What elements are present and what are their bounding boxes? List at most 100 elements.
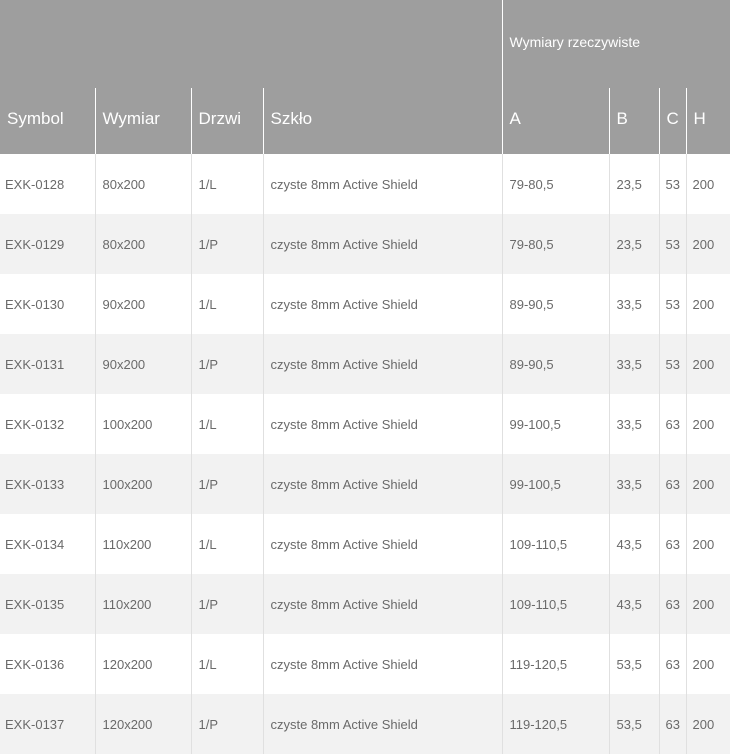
cell-c: 53: [658, 334, 686, 394]
cell-drzwi: 1/L: [190, 634, 263, 694]
cell-drzwi: 1/P: [190, 694, 263, 754]
cell-szklo: czyste 8mm Active Shield: [262, 394, 502, 454]
table-row: EXK-0136 120x200 1/L czyste 8mm Active Shie…: [0, 634, 730, 694]
table-row: EXK-0134 110x200 1/L czyste 8mm Active Shie…: [0, 514, 730, 574]
cell-drzwi: 1/P: [190, 214, 263, 274]
cell-a: 99-100,5: [501, 394, 609, 454]
cell-a: 89-90,5: [501, 274, 609, 334]
table-row: EXK-0129 80x200 1/P czyste 8mm Active Shiel…: [0, 214, 730, 274]
cell-h: 200: [685, 634, 730, 694]
cell-szklo: czyste 8mm Active Shield: [262, 634, 502, 694]
cell-b: 33,5: [608, 334, 659, 394]
cell-a: 99-100,5: [501, 454, 609, 514]
cell-symbol: EXK-0131: [0, 334, 95, 394]
cell-h: 200: [685, 514, 730, 574]
column-header-h: H: [685, 88, 730, 154]
table-row: EXK-0131 90x200 1/P czyste 8mm Active Shiel…: [0, 334, 730, 394]
cell-b: 33,5: [608, 394, 659, 454]
header-spacer: [0, 0, 502, 88]
cell-c: 63: [658, 454, 686, 514]
cell-b: 43,5: [608, 514, 659, 574]
table-row: EXK-0132 100x200 1/L czyste 8mm Active Shie…: [0, 394, 730, 454]
cell-wymiar: 90x200: [94, 334, 191, 394]
cell-a: 119-120,5: [501, 634, 609, 694]
cell-szklo: czyste 8mm Active Shield: [262, 274, 502, 334]
cell-symbol: EXK-0132: [0, 394, 95, 454]
cell-wymiar: 110x200: [94, 514, 191, 574]
table-row: EXK-0135 110x200 1/P czyste 8mm Active Shie…: [0, 574, 730, 634]
cell-wymiar: 110x200: [94, 574, 191, 634]
cell-symbol: EXK-0130: [0, 274, 95, 334]
cell-h: 200: [685, 274, 730, 334]
cell-szklo: czyste 8mm Active Shield: [262, 514, 502, 574]
cell-symbol: EXK-0128: [0, 154, 95, 214]
cell-szklo: czyste 8mm Active Shield: [262, 574, 502, 634]
cell-a: 89-90,5: [501, 334, 609, 394]
column-header-szklo: Szkło: [262, 88, 502, 154]
table-row: EXK-0128 80x200 1/L czyste 8mm Active Shiel…: [0, 154, 730, 214]
cell-a: 109-110,5: [501, 574, 609, 634]
table-row: EXK-0130 90x200 1/L czyste 8mm Active Shiel…: [0, 274, 730, 334]
cell-szklo: czyste 8mm Active Shield: [262, 694, 502, 754]
header-columns-row: Symbol Wymiar Drzwi Szkło A B C H: [0, 88, 730, 154]
cell-symbol: EXK-0134: [0, 514, 95, 574]
cell-b: 33,5: [608, 274, 659, 334]
cell-h: 200: [685, 334, 730, 394]
cell-drzwi: 1/L: [190, 394, 263, 454]
cell-symbol: EXK-0133: [0, 454, 95, 514]
cell-h: 200: [685, 154, 730, 214]
cell-symbol: EXK-0129: [0, 214, 95, 274]
column-header-b: B: [608, 88, 659, 154]
cell-b: 43,5: [608, 574, 659, 634]
cell-b: 23,5: [608, 214, 659, 274]
column-header-wymiar: Wymiar: [94, 88, 191, 154]
column-header-symbol: Symbol: [0, 88, 95, 154]
cell-a: 119-120,5: [501, 694, 609, 754]
table-header: Wymiary rzeczywiste Symbol Wymiar Drzwi …: [0, 0, 730, 154]
cell-c: 63: [658, 694, 686, 754]
cell-h: 200: [685, 454, 730, 514]
column-header-drzwi: Drzwi: [190, 88, 263, 154]
cell-drzwi: 1/P: [190, 334, 263, 394]
header-group-row: Wymiary rzeczywiste: [0, 0, 730, 88]
product-dimensions-table: Wymiary rzeczywiste Symbol Wymiar Drzwi …: [0, 0, 730, 754]
cell-drzwi: 1/P: [190, 454, 263, 514]
cell-a: 79-80,5: [501, 154, 609, 214]
cell-szklo: czyste 8mm Active Shield: [262, 214, 502, 274]
cell-c: 63: [658, 574, 686, 634]
cell-b: 53,5: [608, 634, 659, 694]
cell-wymiar: 100x200: [94, 454, 191, 514]
cell-a: 79-80,5: [501, 214, 609, 274]
cell-h: 200: [685, 394, 730, 454]
group-header-actual-dimensions: Wymiary rzeczywiste: [501, 0, 730, 88]
cell-wymiar: 100x200: [94, 394, 191, 454]
column-header-c: C: [658, 88, 686, 154]
cell-wymiar: 120x200: [94, 694, 191, 754]
table-body: EXK-0128 80x200 1/L czyste 8mm Active Shiel…: [0, 154, 730, 754]
cell-c: 53: [658, 274, 686, 334]
cell-drzwi: 1/L: [190, 514, 263, 574]
cell-drzwi: 1/P: [190, 574, 263, 634]
cell-wymiar: 80x200: [94, 214, 191, 274]
cell-drzwi: 1/L: [190, 274, 263, 334]
cell-drzwi: 1/L: [190, 154, 263, 214]
cell-symbol: EXK-0135: [0, 574, 95, 634]
cell-c: 53: [658, 154, 686, 214]
cell-b: 23,5: [608, 154, 659, 214]
cell-symbol: EXK-0136: [0, 634, 95, 694]
cell-c: 63: [658, 394, 686, 454]
cell-szklo: czyste 8mm Active Shield: [262, 154, 502, 214]
cell-h: 200: [685, 214, 730, 274]
cell-wymiar: 80x200: [94, 154, 191, 214]
cell-szklo: czyste 8mm Active Shield: [262, 454, 502, 514]
cell-h: 200: [685, 574, 730, 634]
cell-h: 200: [685, 694, 730, 754]
cell-c: 63: [658, 514, 686, 574]
cell-b: 53,5: [608, 694, 659, 754]
table-row: EXK-0137 120x200 1/P czyste 8mm Active Shie…: [0, 694, 730, 754]
column-header-a: A: [501, 88, 609, 154]
cell-c: 53: [658, 214, 686, 274]
cell-a: 109-110,5: [501, 514, 609, 574]
cell-wymiar: 90x200: [94, 274, 191, 334]
cell-c: 63: [658, 634, 686, 694]
